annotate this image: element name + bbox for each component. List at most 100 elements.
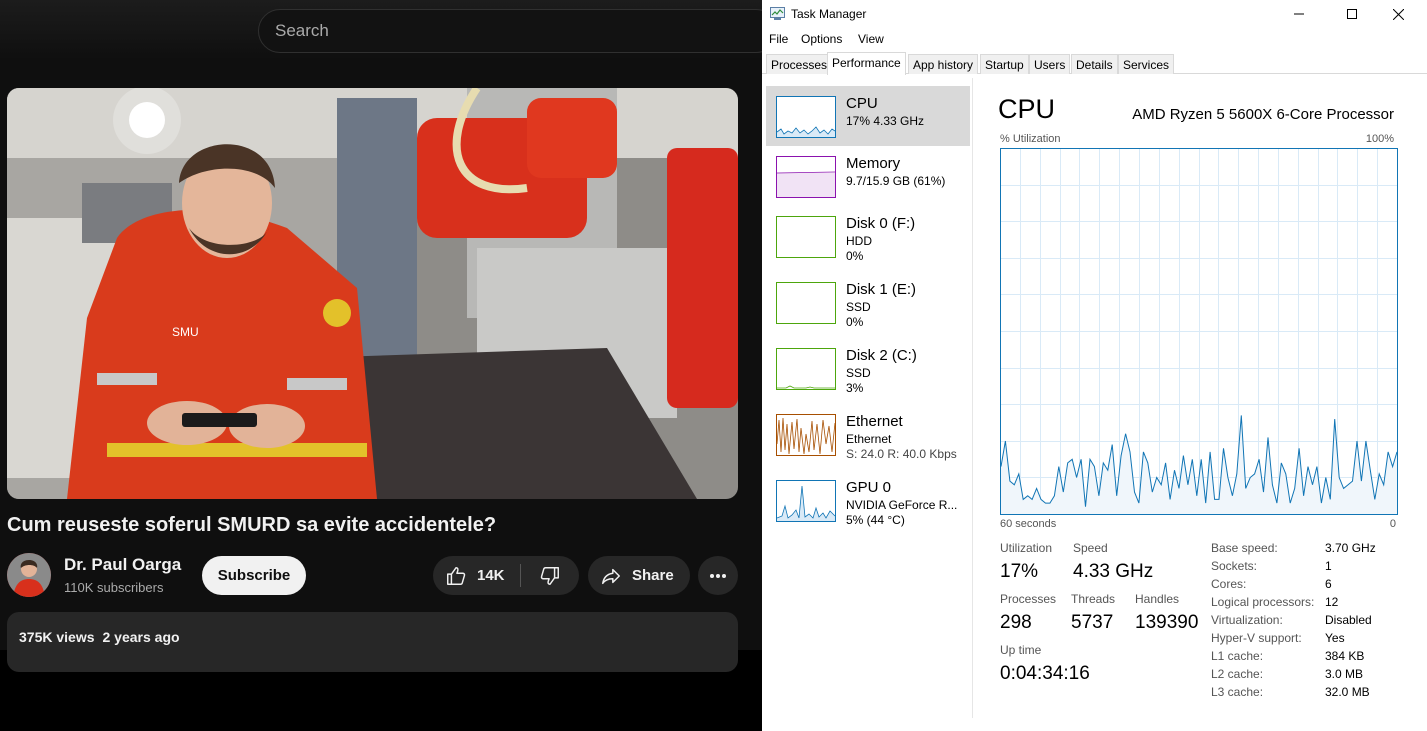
ethernet-thumbnail-graph (776, 414, 836, 456)
resource-usage: 5% (44 °C) (846, 513, 905, 527)
dislike-button[interactable] (521, 556, 579, 595)
video-title: Cum reuseste soferul SMURD sa evite acci… (7, 514, 497, 536)
menu-file[interactable]: File (769, 32, 788, 46)
resource-disk-1[interactable]: Disk 1 (E:) SSD 0% (766, 272, 970, 332)
spec-label: Logical processors: (1211, 595, 1315, 609)
like-count: 14K (477, 567, 505, 584)
menu-options[interactable]: Options (801, 32, 842, 46)
pane-divider[interactable] (972, 78, 973, 718)
resource-type: SSD (846, 300, 871, 314)
maximize-button[interactable] (1329, 0, 1375, 28)
screen: SMU Cum reuseste soferul SMURD sa evite … (0, 0, 1427, 731)
spec-value: 12 (1325, 595, 1339, 609)
spec-value: Yes (1325, 631, 1345, 645)
resource-name: Disk 0 (F:) (846, 215, 916, 232)
spec-value: 6 (1325, 577, 1332, 591)
spec-value: 3.0 MB (1325, 667, 1364, 681)
resource-name: Disk 2 (C:) (846, 347, 917, 364)
spec-value: 32.0 MB (1325, 685, 1370, 699)
maximize-icon (1347, 9, 1357, 19)
thumbs-down-icon (540, 566, 559, 585)
resource-list: CPU 17% 4.33 GHz Memory 9.7/15.9 GB (61%… (766, 85, 972, 725)
tab-app-history[interactable]: App history (908, 54, 979, 74)
resource-usage: 3% (846, 381, 864, 395)
cpu-utilization-graph (1000, 148, 1398, 515)
search-box[interactable] (258, 9, 762, 53)
spec-label: Hyper-V support: (1211, 631, 1302, 645)
subscribe-button[interactable]: Subscribe (202, 556, 306, 595)
gpu-thumbnail-graph (776, 480, 836, 522)
like-button[interactable]: 14K (433, 556, 519, 595)
spec-label: Sockets: (1211, 559, 1258, 573)
share-arrow-icon (602, 568, 620, 584)
description-box[interactable]: 375K views 2 years ago (7, 612, 738, 672)
resource-gpu-0[interactable]: GPU 0 NVIDIA GeForce R... 5% (44 °C) (766, 470, 970, 530)
resource-ethernet[interactable]: Ethernet Ethernet S: 24.0 R: 40.0 Kbps (766, 404, 970, 464)
spec-value: Disabled (1325, 613, 1372, 627)
avatar-image (7, 553, 51, 597)
speed-label: Speed (1073, 541, 1108, 555)
tab-services[interactable]: Services (1118, 54, 1175, 74)
processor-name: AMD Ryzen 5 5600X 6-Core Processor (1132, 106, 1394, 123)
uptime-label: Up time (1000, 643, 1042, 657)
tab-bar: Processes Performance App history Startu… (762, 52, 1427, 75)
publish-date: 2 years ago (102, 629, 180, 645)
utilization-label: Utilization (1000, 541, 1053, 555)
minimize-icon (1294, 13, 1304, 15)
time-axis-left: 60 seconds (1000, 518, 1057, 530)
menu-view[interactable]: View (858, 32, 884, 46)
minimize-button[interactable] (1276, 0, 1322, 28)
utilization-axis-label: % Utilization (1000, 133, 1061, 145)
resource-type: HDD (846, 234, 872, 248)
spec-label: L3 cache: (1211, 685, 1264, 699)
uptime-value: 0:04:34:16 (1000, 663, 1090, 684)
resource-cpu[interactable]: CPU 17% 4.33 GHz (766, 86, 970, 146)
processes-label: Processes (1000, 592, 1057, 606)
spec-label: Base speed: (1211, 541, 1278, 555)
channel-name[interactable]: Dr. Paul Oarga (64, 555, 181, 575)
resource-detail: 17% 4.33 GHz (846, 114, 925, 128)
spec-value: 1 (1325, 559, 1332, 573)
utilization-axis-max: 100% (1365, 133, 1394, 145)
resource-detail: 9.7/15.9 GB (61%) (846, 174, 946, 188)
resource-adapter: Ethernet (846, 432, 892, 446)
view-count: 375K views (19, 629, 95, 645)
search-input[interactable] (275, 10, 755, 52)
tab-details[interactable]: Details (1071, 54, 1118, 74)
share-button[interactable]: Share (588, 556, 690, 595)
tab-performance[interactable]: Performance (827, 52, 906, 75)
processes-value: 298 (1000, 612, 1032, 633)
share-label: Share (632, 567, 674, 584)
spec-label: Virtualization: (1211, 613, 1283, 627)
resource-throughput: S: 24.0 R: 40.0 Kbps (846, 447, 957, 461)
disk-2-thumbnail-graph (776, 348, 836, 390)
close-button[interactable] (1375, 0, 1421, 28)
video-frame: SMU (7, 88, 738, 499)
resource-disk-0[interactable]: Disk 0 (F:) HDD 0% (766, 206, 970, 266)
time-axis-right: 0 (1389, 518, 1396, 530)
title-bar[interactable]: Task Manager (762, 0, 1427, 28)
close-icon (1392, 8, 1404, 20)
task-manager-window: Task Manager File Options View Processes… (762, 0, 1427, 731)
more-horizontal-icon (710, 573, 726, 578)
spec-label: L1 cache: (1211, 649, 1264, 663)
tab-users[interactable]: Users (1029, 54, 1071, 74)
tab-processes[interactable]: Processes (766, 54, 833, 74)
resource-disk-2[interactable]: Disk 2 (C:) SSD 3% (766, 338, 970, 398)
handles-label: Handles (1135, 592, 1180, 606)
resource-name: Memory (846, 155, 901, 172)
disk-0-thumbnail-graph (776, 216, 836, 258)
resource-name: CPU (846, 95, 878, 112)
tab-startup[interactable]: Startup (980, 54, 1029, 74)
resource-memory[interactable]: Memory 9.7/15.9 GB (61%) (766, 146, 970, 206)
threads-label: Threads (1071, 592, 1116, 606)
resource-type: SSD (846, 366, 871, 380)
channel-avatar[interactable] (7, 553, 51, 597)
video-meta: 375K views 2 years ago (19, 629, 180, 645)
like-dislike-group: 14K (433, 556, 579, 595)
spec-value: 384 KB (1325, 649, 1365, 663)
more-actions-button[interactable] (698, 556, 738, 595)
resource-usage: 0% (846, 315, 864, 329)
video-player[interactable]: SMU (7, 88, 738, 499)
subscriber-count: 110K subscribers (64, 580, 164, 595)
